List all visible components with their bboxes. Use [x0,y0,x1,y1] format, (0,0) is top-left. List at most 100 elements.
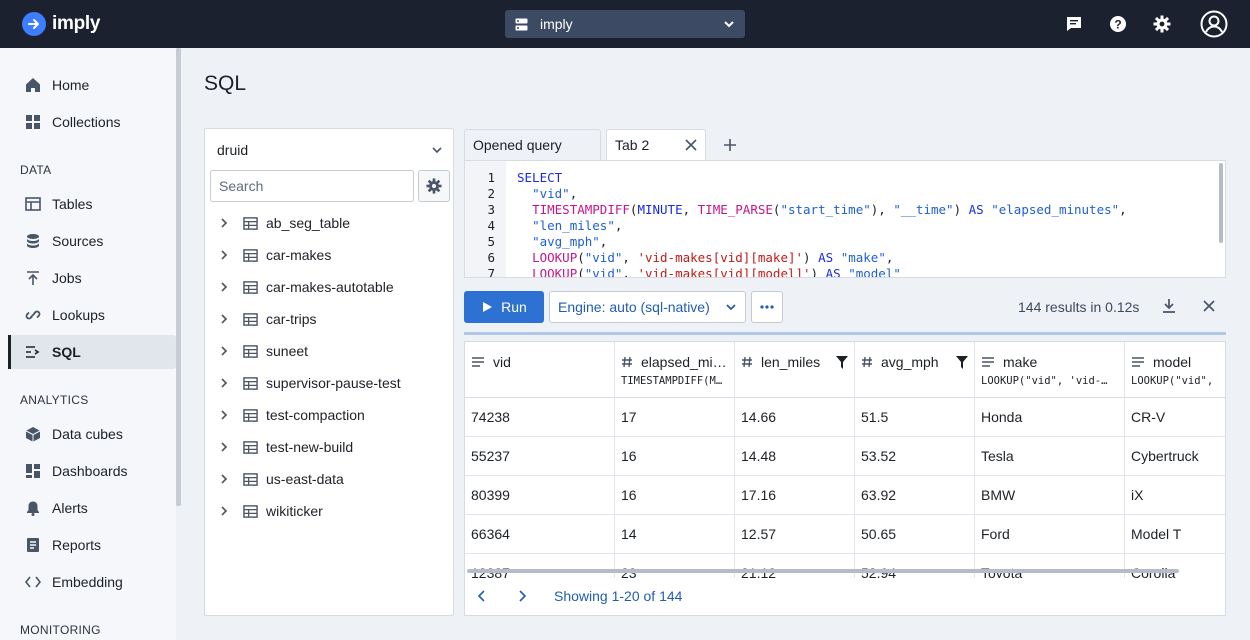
table-cell[interactable]: 14.48 [735,437,855,476]
table-cell[interactable]: iX [1125,476,1225,515]
previous-page-icon[interactable] [475,589,489,603]
sidebar-item-dashboards[interactable]: Dashboards [8,454,176,488]
sidebar-item-sql[interactable]: SQL [8,335,176,369]
table-cell[interactable]: Model T [1125,515,1225,554]
horizontal-scrollbar[interactable] [467,569,1179,573]
engine-selector[interactable]: Engine: auto (sql-native) [549,291,746,323]
sidebar-item-data-cubes[interactable]: Data cubes [8,417,176,451]
chat-icon[interactable] [1063,13,1085,35]
table-cell[interactable]: 80399 [465,476,615,515]
sql-editor[interactable]: 1 SELECT 2 "vid", 3 TIMESTAMPDIFF(MINUTE, T… [464,160,1226,278]
table-cell[interactable]: 55237 [465,437,615,476]
code-line[interactable]: 3 TIMESTAMPDIFF(MINUTE, TIME_PARSE("star… [465,202,1225,218]
settings-gear-icon[interactable] [1151,13,1173,35]
sidebar-item-lookups[interactable]: Lookups [8,298,176,332]
code-line[interactable]: 7 LOOKUP("vid", 'vid-makes[vid][model]')… [465,266,1225,277]
close-icon[interactable] [685,139,697,151]
schema-table-item[interactable]: us-east-data [217,467,344,491]
chevron-right-icon[interactable] [217,505,231,517]
table-cell[interactable]: Tesla [975,437,1125,476]
sidebar-item-sources[interactable]: Sources [8,224,176,258]
filter-icon[interactable] [836,355,848,369]
table-cell[interactable]: 74238 [465,398,615,437]
table-cell[interactable]: Ford [975,515,1125,554]
column-header[interactable]: make LOOKUP("vid", 'vid-… [975,342,1125,398]
table-cell[interactable]: 14.66 [735,398,855,437]
schema-table-item[interactable]: ab_seg_table [217,211,350,235]
table-row[interactable]: 80399 16 17.16 63.92 BMW iX [465,476,1225,515]
schema-table-item[interactable]: car-makes [217,243,331,267]
code-line[interactable]: 2 "vid", [465,186,1225,202]
run-button[interactable]: Run [464,291,544,323]
tab-2[interactable]: Tab 2 [606,129,706,160]
schema-table-item[interactable]: test-new-build [217,435,353,459]
database-selector[interactable]: druid [217,142,443,158]
chevron-right-icon[interactable] [217,345,231,357]
chevron-right-icon[interactable] [217,377,231,389]
table-cell[interactable]: 16 [615,476,735,515]
more-options-button[interactable] [751,291,783,323]
table-cell[interactable]: 16 [615,437,735,476]
table-cell[interactable]: 50.65 [855,515,975,554]
code-line[interactable]: 1 SELECT [465,170,1225,186]
imply-logo[interactable]: imply [22,12,100,36]
column-header[interactable]: elapsed_mi… TIMESTAMPDIFF(M… [615,342,735,398]
schema-settings-button[interactable] [418,170,450,202]
code-line[interactable]: 6 LOOKUP("vid", 'vid-makes[vid][make]') … [465,250,1225,266]
code-line[interactable]: 4 "len_miles", [465,218,1225,234]
table-cell[interactable]: 66364 [465,515,615,554]
help-icon[interactable]: ? [1107,13,1129,35]
table-cell[interactable]: Honda [975,398,1125,437]
schema-table-item[interactable]: suneet [217,339,308,363]
chevron-right-icon[interactable] [217,473,231,485]
schema-table-item[interactable]: wikiticker [217,499,323,523]
pagination-text[interactable]: Showing 1-20 of 144 [554,588,682,604]
close-results-icon[interactable] [1202,299,1216,313]
table-cell[interactable]: BMW [975,476,1125,515]
cluster-selector[interactable]: imply [505,10,745,38]
sidebar-item-tables[interactable]: Tables [8,187,176,221]
sidebar-scrollbar[interactable] [176,48,181,506]
filter-icon[interactable] [956,355,968,369]
chevron-right-icon[interactable] [217,249,231,261]
schema-table-item[interactable]: car-makes-autotable [217,275,394,299]
code-line[interactable]: 5 "avg_mph", [465,234,1225,250]
download-icon[interactable] [1161,298,1177,314]
table-row[interactable]: 66364 14 12.57 50.65 Ford Model T [465,515,1225,554]
sidebar-item-jobs[interactable]: Jobs [8,261,176,295]
chevron-right-icon[interactable] [217,217,231,229]
table-cell[interactable]: 17.16 [735,476,855,515]
next-page-icon[interactable] [515,589,529,603]
sidebar-item-home[interactable]: Home [8,68,176,102]
table-cell[interactable]: CR-V [1125,398,1225,437]
sidebar-item-embedding[interactable]: Embedding [8,565,176,599]
table-row[interactable]: 74238 17 14.66 51.5 Honda CR-V [465,398,1225,437]
schema-search-input[interactable] [210,170,414,202]
chevron-right-icon[interactable] [217,313,231,325]
table-cell[interactable]: 17 [615,398,735,437]
column-header[interactable]: model LOOKUP("vid", [1125,342,1225,398]
table-cell[interactable]: Cybertruck [1125,437,1225,476]
table-row[interactable]: 55237 16 14.48 53.52 Tesla Cybertruck [465,437,1225,476]
table-cell[interactable]: 14 [615,515,735,554]
column-header[interactable]: len_miles [735,342,855,398]
schema-table-item[interactable]: car-trips [217,307,317,331]
tab-opened-query[interactable]: Opened query [464,129,601,160]
sidebar-item-alerts[interactable]: Alerts [8,491,176,525]
sidebar-item-reports[interactable]: Reports [8,528,176,562]
add-tab-button[interactable] [720,135,740,155]
table-cell[interactable]: 12.57 [735,515,855,554]
column-header[interactable]: vid [465,342,615,398]
editor-scrollbar[interactable] [1219,163,1223,243]
table-cell[interactable]: 63.92 [855,476,975,515]
sidebar-item-collections[interactable]: Collections [8,105,176,139]
chevron-right-icon[interactable] [217,281,231,293]
schema-table-item[interactable]: supervisor-pause-test [217,371,401,395]
table-cell[interactable]: 53.52 [855,437,975,476]
chevron-right-icon[interactable] [217,409,231,421]
column-header[interactable]: avg_mph [855,342,975,398]
user-avatar-icon[interactable] [1199,9,1229,39]
chevron-right-icon[interactable] [217,441,231,453]
table-cell[interactable]: 51.5 [855,398,975,437]
sql-code[interactable]: 1 SELECT 2 "vid", 3 TIMESTAMPDIFF(MINUTE, T… [465,170,1225,277]
